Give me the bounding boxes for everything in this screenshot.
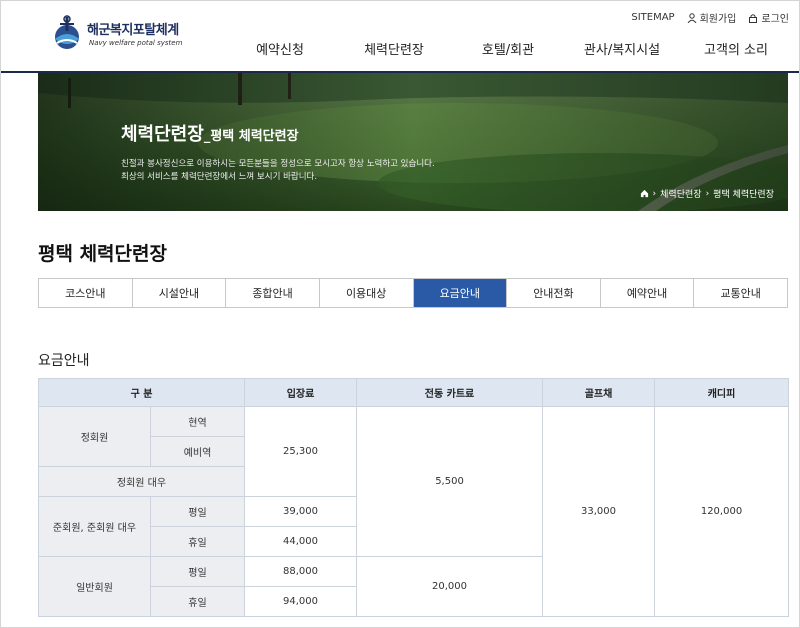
table-row: 정회원 현역 25,300 5,500 33,000 120,000 [38, 406, 790, 617]
tab-course[interactable]: 코스안내 [39, 279, 133, 307]
nav-item-reservation[interactable]: 예약신청 [223, 39, 337, 58]
tab-facility[interactable]: 시설안내 [132, 279, 227, 307]
tab-fees[interactable]: 요금안내 [413, 279, 508, 307]
join-link[interactable]: 회원가입 [687, 10, 737, 25]
hero-banner: 체력단련장_평택 체력단련장 친절과 봉사정신으로 이용하시는 모든분들을 정성… [38, 73, 788, 211]
header-club-fee: 골프채 [542, 378, 656, 407]
header-entry-fee: 입장료 [244, 378, 358, 407]
header-category: 구 분 [37, 378, 246, 407]
user-icon [687, 12, 696, 23]
cell-regular-entry: 25,300 [244, 406, 358, 497]
login-label: 로그인 [761, 14, 789, 25]
group-general: 일반회원 [38, 556, 151, 617]
login-link[interactable]: 로그인 [748, 10, 789, 25]
sitemap-label: SITEMAP [631, 12, 675, 23]
home-icon[interactable] [640, 189, 649, 198]
header-cart-fee: 전동 카트료 [356, 378, 544, 407]
tab-eligibility[interactable]: 이용대상 [319, 279, 414, 307]
section-title: 요금안내 [38, 353, 90, 369]
cell-clubs: 33,000 [542, 406, 656, 617]
breadcrumb: › 체력단련장 › 평택 체력단련장 [640, 187, 774, 200]
breadcrumb-item-fitness[interactable]: 체력단련장 [660, 187, 701, 200]
cell-caddie: 120,000 [654, 406, 790, 617]
fee-table: 구 분 입장료 전동 카트료 골프채 캐디피 정회원 현역 25,300 5,5… [37, 378, 790, 617]
cell-cart-general: 20,000 [356, 556, 544, 617]
nav-item-hotel[interactable]: 호텔/회관 [451, 39, 565, 58]
chevron-right-icon: › [705, 188, 710, 199]
chevron-right-icon: › [652, 188, 657, 199]
navy-emblem-icon [55, 15, 79, 49]
page-frame: 해군복지포탈체계 Navy welfare potal system SITEM… [0, 0, 800, 628]
nav-item-housing[interactable]: 관사/복지시설 [565, 39, 679, 58]
site-logo[interactable]: 해군복지포탈체계 Navy welfare potal system [47, 15, 197, 61]
sub-tabs: 코스안내 시설안내 종합안내 이용대상 요금안내 안내전화 예약안내 교통안내 [38, 278, 788, 308]
join-label: 회원가입 [699, 14, 737, 25]
nav-item-fitness[interactable]: 체력단련장 [337, 39, 451, 58]
cell-general-holiday: 94,000 [244, 586, 358, 617]
hero-desc-line-1: 친절과 봉사정신으로 이용하시는 모든분들을 정성으로 모시고자 항상 노력하고… [121, 159, 435, 169]
logo-subtitle: Navy welfare potal system [89, 39, 183, 47]
lock-icon [749, 13, 758, 23]
hero-description: 친절과 봉사정신으로 이용하시는 모든분들을 정성으로 모시고자 항상 노력하고… [121, 158, 435, 184]
tab-directions[interactable]: 교통안내 [694, 279, 787, 307]
sub-holiday: 휴일 [149, 526, 246, 557]
table-header-row: 구 분 입장료 전동 카트료 골프채 캐디피 [37, 378, 790, 407]
sub-weekday: 평일 [149, 496, 246, 527]
cell-associate-holiday: 44,000 [244, 526, 358, 557]
site-header: 해군복지포탈체계 Navy welfare potal system SITEM… [1, 1, 799, 73]
group-regular-proxy: 정회원 대우 [37, 466, 246, 497]
logo-title: 해군복지포탈체계 [87, 23, 179, 38]
group-regular: 정회원 [38, 406, 151, 467]
sub-active: 현역 [149, 406, 246, 437]
group-associate: 준회원, 준회원 대우 [38, 496, 151, 557]
nav-item-voice[interactable]: 고객의 소리 [679, 39, 793, 58]
hero-desc-line-2: 최상의 서비스를 체력단련장에서 느껴 보시기 바랍니다. [121, 172, 318, 182]
hero-title-main: 체력단련장 [121, 124, 204, 145]
hero-title: 체력단련장_평택 체력단련장 [121, 120, 299, 146]
utility-menu: SITEMAP 회원가입 로그인 [631, 10, 789, 25]
hero-title-sub: _평택 체력단련장 [203, 129, 299, 144]
tab-phone[interactable]: 안내전화 [507, 279, 601, 307]
tab-booking[interactable]: 예약안내 [600, 279, 695, 307]
breadcrumb-item-pyeongtaek[interactable]: 평택 체력단련장 [713, 187, 774, 200]
cell-general-weekday: 88,000 [244, 556, 358, 587]
header-caddie-fee: 캐디피 [654, 378, 790, 407]
sub-holiday: 휴일 [149, 586, 246, 617]
cell-associate-weekday: 39,000 [244, 496, 358, 527]
cell-cart-members: 5,500 [356, 406, 544, 557]
page-title: 평택 체력단련장 [38, 243, 167, 265]
sub-reserve: 예비역 [149, 436, 246, 467]
sitemap-link[interactable]: SITEMAP [631, 10, 674, 25]
main-nav: 예약신청 체력단련장 호텔/회관 관사/복지시설 고객의 소리 [223, 39, 793, 58]
sub-weekday: 평일 [149, 556, 246, 587]
tab-overview[interactable]: 종합안내 [226, 279, 320, 307]
